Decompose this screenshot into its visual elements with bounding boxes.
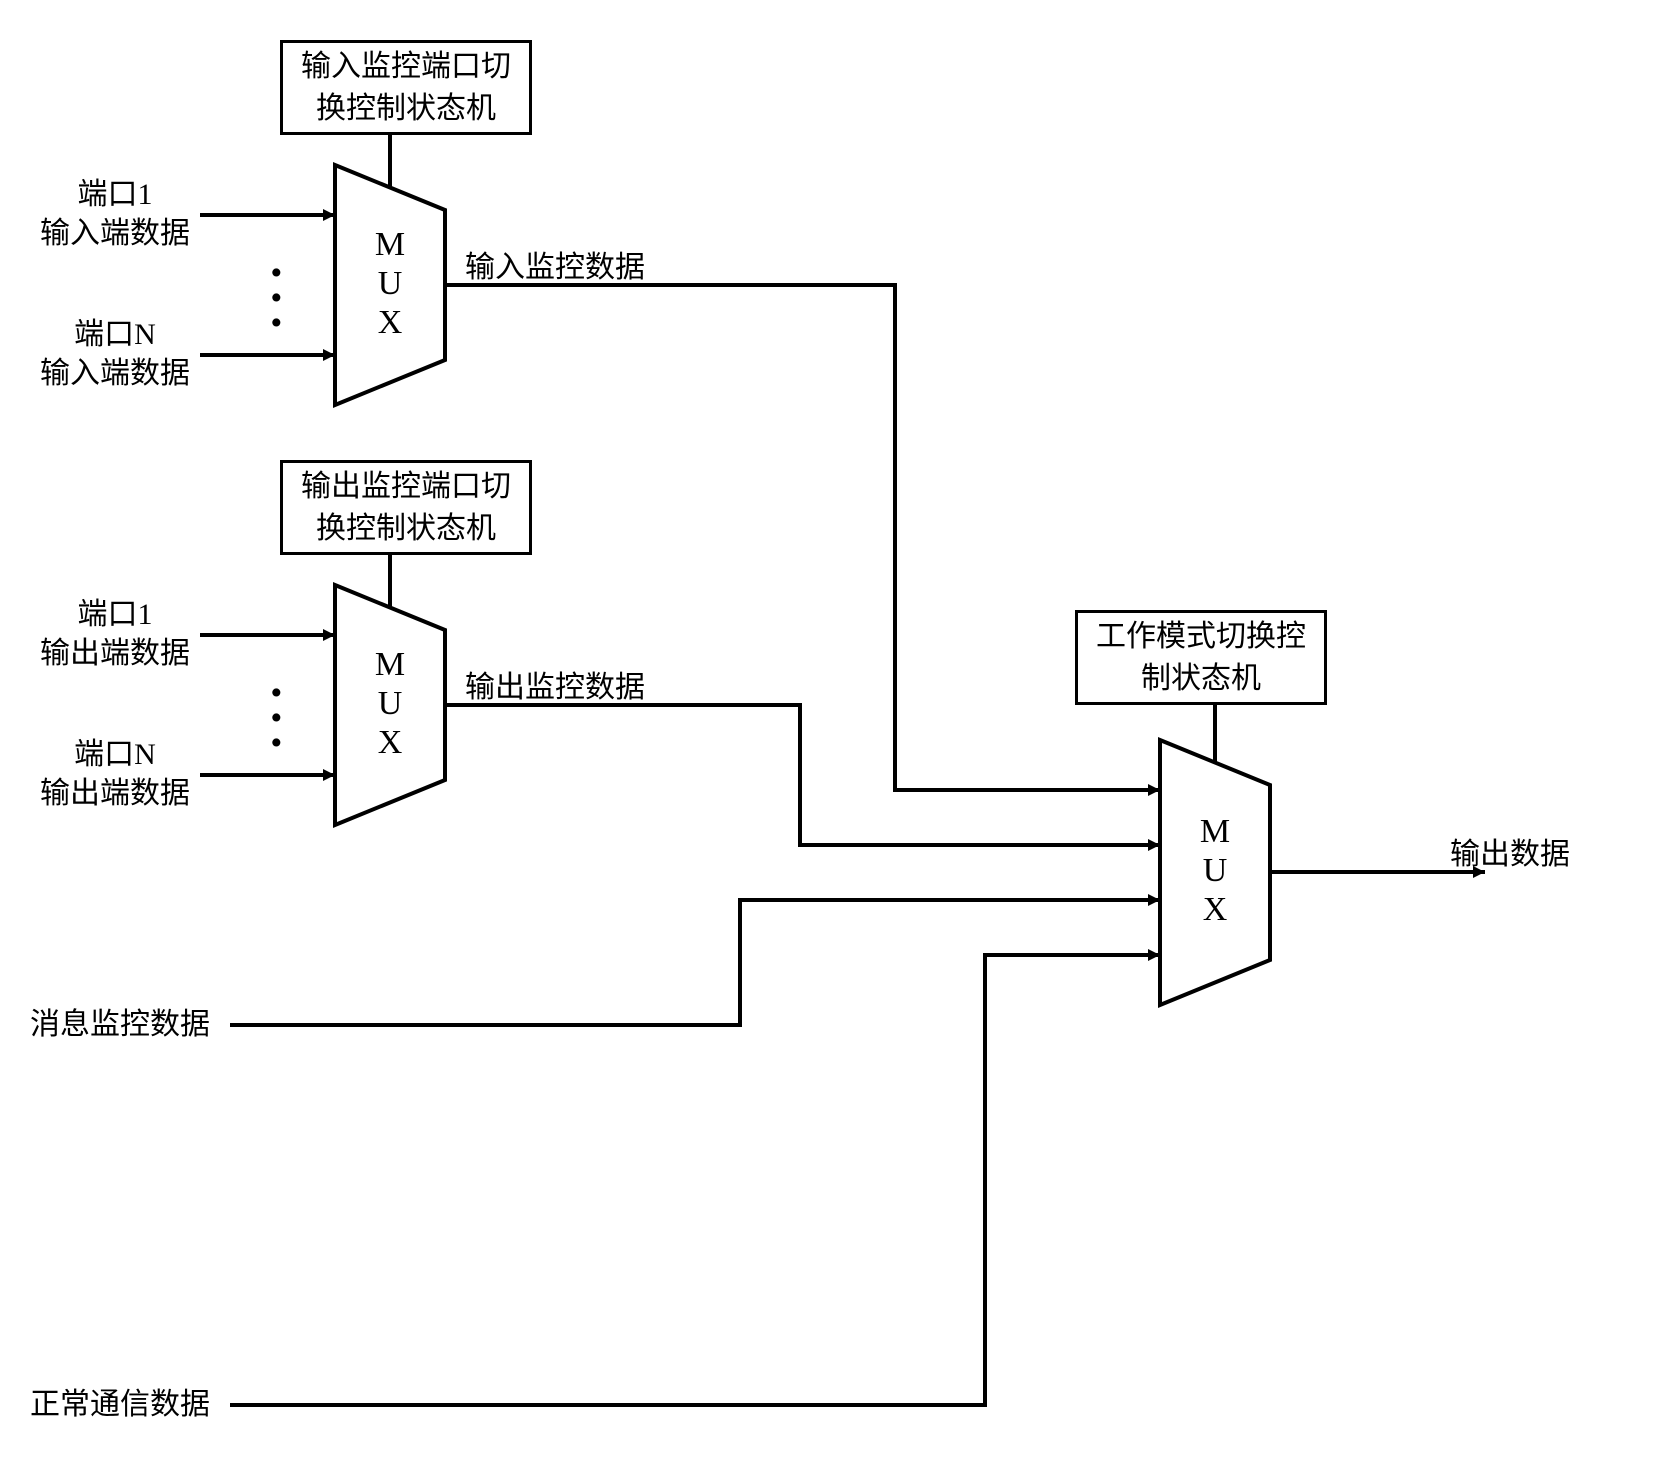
portN-output-label: 端口N 输出端数据 bbox=[30, 735, 200, 813]
port1-output-label: 端口1 输出端数据 bbox=[30, 595, 200, 673]
output-monitor-fsm-box: 输出监控端口切 换控制状态机 bbox=[280, 460, 532, 555]
normal-comm-label: 正常通信数据 bbox=[30, 1385, 210, 1424]
dots-top: ··· bbox=[268, 260, 285, 335]
mux-top-label: M U X bbox=[365, 225, 415, 342]
output-monitor-signal-label: 输出监控数据 bbox=[465, 668, 645, 707]
mux-right-label: M U X bbox=[1190, 812, 1240, 929]
input-monitor-fsm-label: 输入监控端口切 换控制状态机 bbox=[301, 46, 511, 130]
input-monitor-signal-label: 输入监控数据 bbox=[465, 248, 645, 287]
output-data-label: 输出数据 bbox=[1450, 835, 1570, 874]
port1-input-label: 端口1 输入端数据 bbox=[30, 175, 200, 253]
message-monitor-label: 消息监控数据 bbox=[30, 1005, 210, 1044]
mux-middle-label: M U X bbox=[365, 645, 415, 762]
dots-middle: ··· bbox=[268, 680, 285, 755]
mode-fsm-box: 工作模式切换控 制状态机 bbox=[1075, 610, 1327, 705]
input-monitor-fsm-box: 输入监控端口切 换控制状态机 bbox=[280, 40, 532, 135]
portN-input-label: 端口N 输入端数据 bbox=[30, 315, 200, 393]
output-monitor-fsm-label: 输出监控端口切 换控制状态机 bbox=[301, 466, 511, 550]
wiring-svg bbox=[0, 0, 1674, 1477]
mode-fsm-label: 工作模式切换控 制状态机 bbox=[1096, 616, 1306, 700]
